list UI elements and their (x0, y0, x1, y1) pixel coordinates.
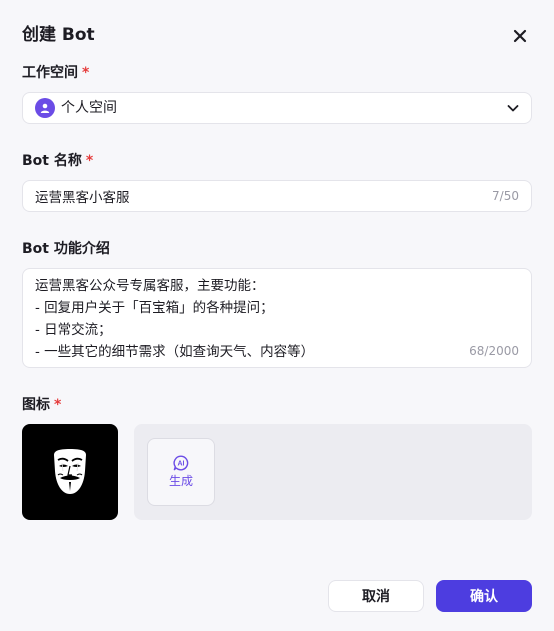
user-icon (35, 98, 55, 118)
workspace-select-value: 个人空间 (61, 100, 117, 116)
bot-name-counter: 7/50 (492, 189, 519, 203)
bot-icon-preview[interactable] (22, 424, 118, 520)
workspace-label: 工作空间 * (22, 63, 89, 83)
required-mark: * (82, 65, 90, 81)
anonymous-mask-icon (54, 449, 86, 494)
workspace-label-text: 工作空间 (22, 65, 78, 81)
icon-generate-area: AI 生成 (134, 424, 532, 520)
required-mark: * (54, 397, 62, 413)
bot-name-input[interactable] (35, 181, 475, 211)
create-bot-dialog: 创建 Bot 工作空间* 个人空间 Bot 名称* 7/50 Bot 功能介绍 … (0, 0, 554, 631)
icon-label: 图标 * (22, 395, 61, 415)
bot-name-label-text: Bot 名称 (22, 153, 82, 169)
confirm-button[interactable]: 确认 (436, 580, 532, 612)
close-icon[interactable] (513, 29, 527, 43)
bot-desc-textarea[interactable]: 运营黑客公众号专属客服，主要功能： - 回复用户关于「百宝箱」的各种提问； - … (22, 268, 532, 368)
generate-label: 生成 (168, 474, 193, 488)
workspace-select[interactable]: 个人空间 (22, 92, 532, 124)
bot-desc-counter: 68/2000 (469, 344, 519, 358)
required-mark: * (85, 153, 94, 169)
close-button[interactable] (508, 24, 532, 48)
chevron-down-icon[interactable] (505, 100, 521, 116)
cancel-button[interactable]: 取消 (328, 580, 424, 612)
dialog-title: 创建 Bot (22, 25, 95, 45)
ai-icon: AI (173, 455, 189, 471)
generate-icon-button[interactable]: AI 生成 (147, 438, 215, 506)
icon-label-text: 图标 (22, 397, 50, 413)
bot-desc-text[interactable]: 运营黑客公众号专属客服，主要功能： - 回复用户关于「百宝箱」的各种提问； - … (35, 275, 475, 363)
bot-name-field[interactable]: 7/50 (22, 180, 532, 212)
bot-desc-label: Bot 功能介绍 (22, 241, 110, 257)
svg-text:AI: AI (178, 461, 185, 468)
bot-name-label: Bot 名称 * (22, 151, 93, 171)
